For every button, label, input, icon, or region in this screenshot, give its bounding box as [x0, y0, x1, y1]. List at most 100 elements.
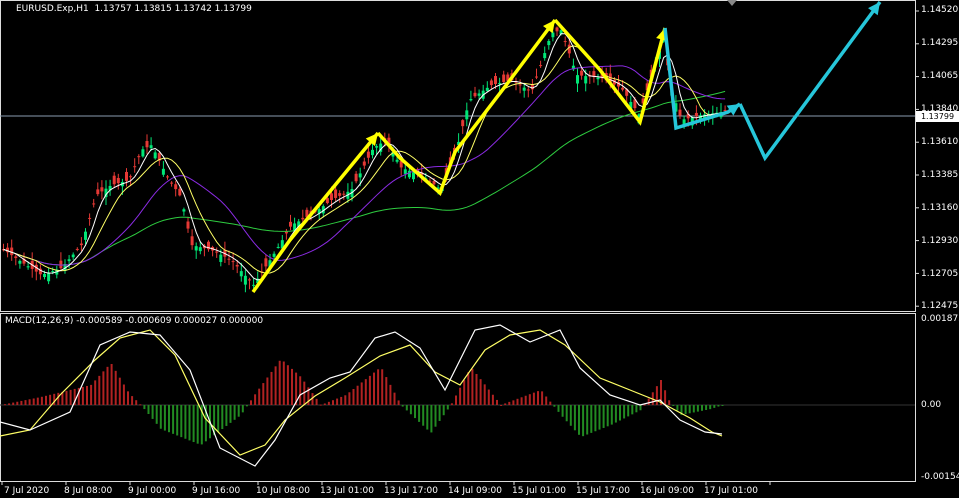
time-label: 7 Jul 2020 [4, 486, 50, 496]
time-label: 14 Jul 09:00 [448, 486, 502, 496]
candle-body [43, 273, 46, 278]
price-label: 1.13610 [921, 137, 959, 147]
macd-histogram-bar [627, 405, 630, 417]
macd-histogram-bar [450, 403, 453, 405]
macd-histogram-bar [327, 401, 330, 405]
macd-histogram-bar [676, 405, 679, 411]
macd-histogram-bar [266, 377, 269, 405]
candle-body [494, 76, 497, 84]
macd-histogram-bar [520, 397, 523, 405]
macd-panel-frame [0, 313, 916, 482]
candle-body [71, 254, 75, 258]
macd-histogram-bar [360, 382, 363, 405]
cyan-projection [738, 0, 882, 162]
price-label: 1.13160 [921, 203, 959, 213]
candle-body [522, 87, 526, 91]
macd-histogram-bar [594, 405, 597, 432]
macd-histogram-bar [102, 371, 105, 405]
candle-body [182, 209, 186, 212]
candle-body [621, 87, 625, 90]
macd-histogram-bar [524, 395, 527, 405]
price-label: 1.12475 [921, 301, 959, 311]
macd-histogram-bar [229, 405, 232, 423]
macd-histogram-bar [557, 405, 560, 412]
macd-histogram-bar [278, 360, 281, 405]
macd-histogram-bar [602, 405, 605, 428]
candle-body [301, 217, 305, 220]
macd-histogram-bar [122, 384, 125, 405]
candle-body [395, 159, 399, 162]
macd-histogram-bar [471, 368, 474, 405]
macd-histogram-bar [664, 390, 667, 405]
candle-body [264, 258, 268, 267]
candle-body [170, 182, 174, 184]
candle-body [461, 120, 465, 127]
macd-histogram-bar [286, 365, 289, 405]
macd-histogram-bar [569, 405, 572, 426]
macd-histogram-bar [430, 405, 433, 433]
macd-histogram-bar [701, 405, 703, 411]
candle-body [325, 198, 329, 204]
macd-histogram-bar [516, 398, 519, 405]
macd-histogram-bar [500, 404, 503, 406]
macd-histogram-bar [221, 405, 224, 430]
candle-body [67, 259, 71, 262]
macd-histogram-bar [291, 368, 293, 405]
candle-body [551, 32, 555, 38]
macd-histogram-bar [590, 405, 593, 433]
candle-body [535, 76, 538, 78]
macd-histogram-bar [336, 398, 339, 405]
candle-body [84, 231, 87, 240]
candle-body [96, 189, 100, 195]
macd-histogram-bar [315, 398, 318, 405]
candle-body [330, 193, 333, 200]
candle-body [215, 251, 219, 253]
macd-histogram-bar [69, 389, 72, 405]
macd-histogram-bar [180, 405, 183, 438]
macd-histogram-bar [348, 392, 351, 405]
macd-histogram-bar [188, 405, 191, 441]
candle-body [243, 275, 247, 285]
macd-histogram-bar [356, 385, 359, 405]
macd-histogram-bar [114, 370, 117, 405]
time-label: 15 Jul 17:00 [576, 486, 630, 496]
macd-histogram-bar [233, 405, 236, 420]
macd-histogram-bar [561, 405, 564, 417]
time-label: 13 Jul 01:00 [320, 486, 374, 496]
macd-histogram-bar [127, 391, 129, 405]
macd-histogram-bar [159, 405, 162, 429]
macd-histogram-bar [274, 366, 277, 405]
candle-body [272, 253, 276, 257]
macd-histogram-bar [655, 386, 658, 405]
candle-body [289, 221, 292, 227]
candle-body [539, 65, 543, 67]
macd-histogram-bar [45, 395, 47, 405]
macd-histogram-bar [16, 401, 19, 405]
macd-histogram-bar [28, 399, 31, 405]
candle-body [543, 53, 547, 59]
macd-histogram-bar [143, 405, 146, 410]
macd-histogram-bar [582, 405, 585, 437]
macd-histogram-bar [250, 400, 252, 405]
macd-histogram-bar [721, 405, 724, 406]
candle-body [375, 146, 379, 148]
macd-histogram-bar [692, 405, 695, 413]
macd-histogram-bar [192, 405, 195, 443]
candle-body [149, 145, 153, 149]
candle-body [198, 247, 202, 252]
candle-body [567, 44, 571, 54]
candle-body [563, 41, 567, 43]
price-label: 1.13385 [921, 170, 959, 180]
candle-body [276, 246, 280, 248]
candle-body [469, 99, 473, 101]
candle-body [26, 266, 30, 268]
macd-histogram-bar [106, 366, 109, 405]
chart-title: EURUSD.Exp,H1 1.13757 1.13815 1.13742 1.… [16, 4, 252, 14]
macd-histogram-bar [541, 391, 544, 405]
trading-chart[interactable] [0, 0, 959, 498]
candle-body [227, 258, 231, 260]
macd-histogram-bar [479, 379, 482, 405]
candle-body [161, 168, 165, 175]
macd-histogram-bar [131, 396, 134, 405]
macd-histogram-bar [549, 401, 552, 405]
